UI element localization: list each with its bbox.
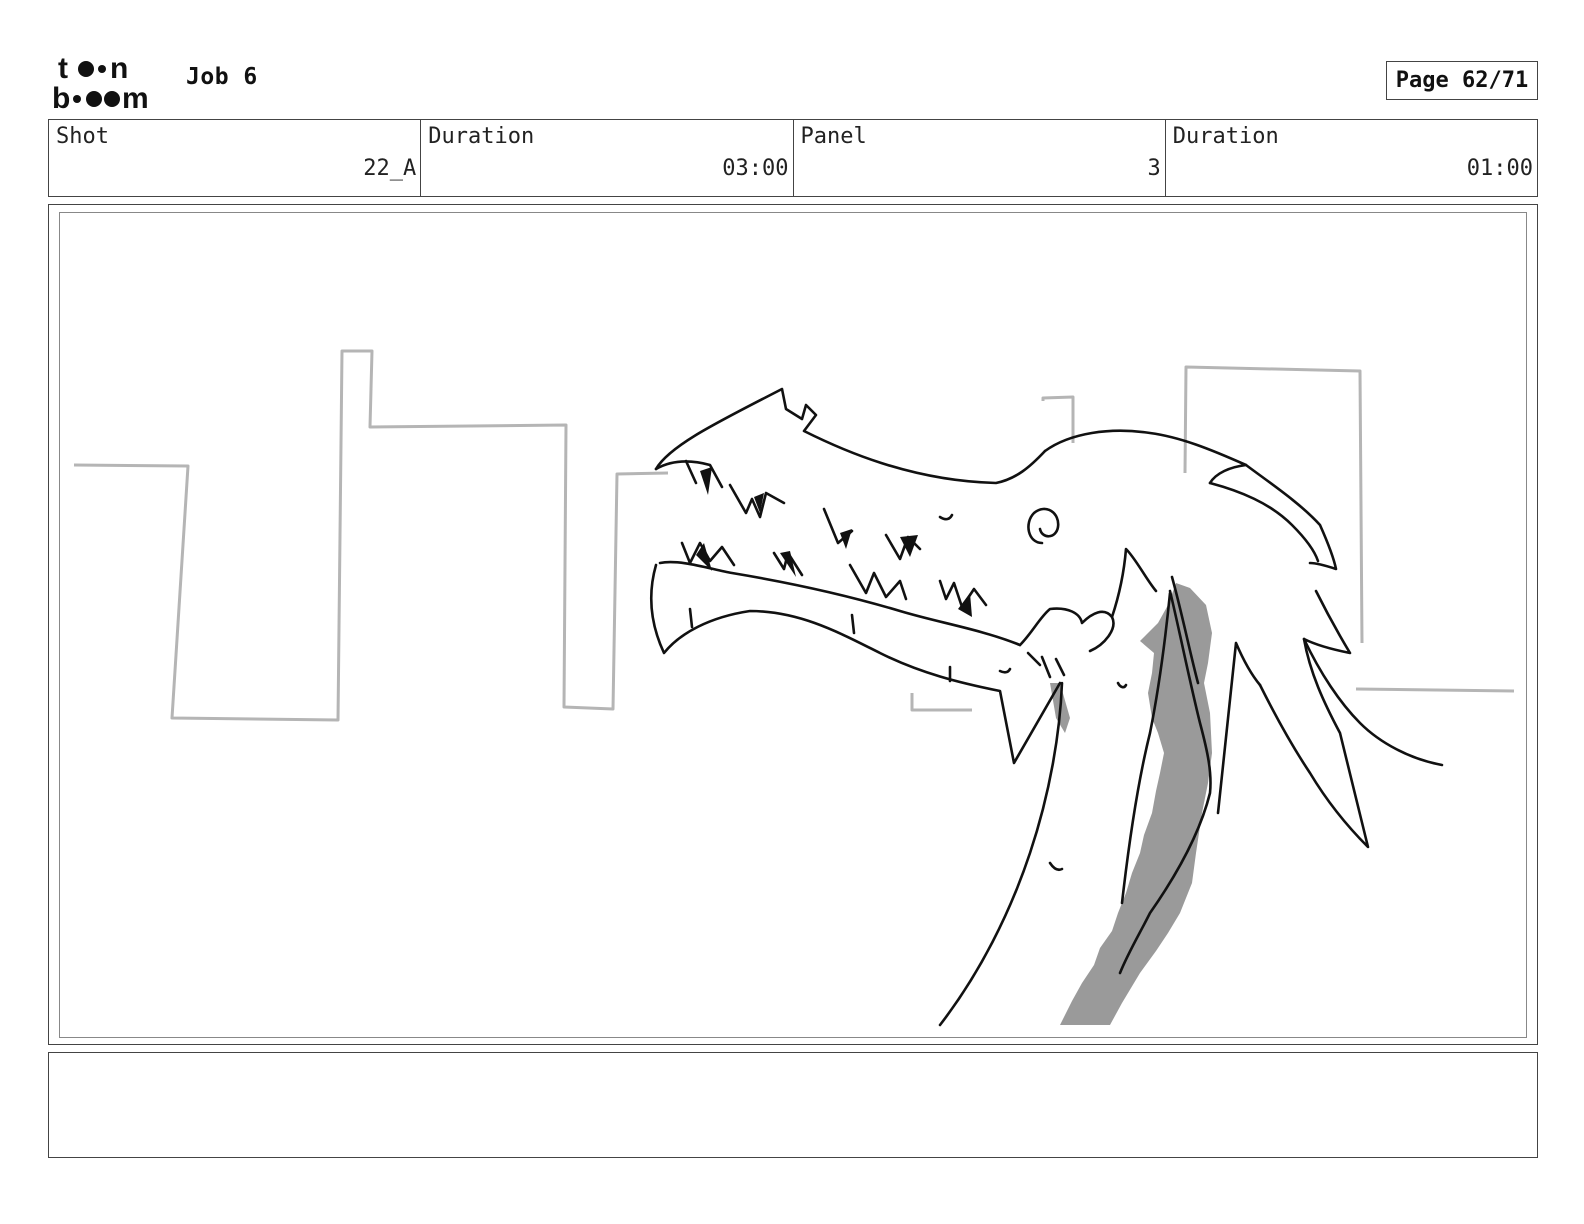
shot-duration-cell: Duration 03:00 <box>421 120 794 196</box>
panel-value: 3 <box>1147 156 1161 181</box>
svg-text:m: m <box>122 82 149 112</box>
panel-label: Panel <box>800 124 867 149</box>
panel-notes-box <box>48 1052 1538 1158</box>
panel-duration-cell: Duration 01:00 <box>1166 120 1537 196</box>
shot-label: Shot <box>56 124 109 149</box>
job-title: Job 6 <box>186 64 258 90</box>
panel-duration-label: Duration <box>1172 124 1279 149</box>
shot-duration-value: 03:00 <box>722 156 789 181</box>
svg-text:b: b <box>52 82 70 112</box>
panel-cell: Panel 3 <box>794 120 1166 196</box>
page-indicator: Page 62/71 <box>1386 61 1538 100</box>
neck-shadow <box>1050 583 1212 1025</box>
shot-info-row: Shot 22_A Duration 03:00 Panel 3 Duratio… <box>48 119 1538 197</box>
panel-duration-value: 01:00 <box>1466 156 1533 181</box>
svg-text:t: t <box>58 52 68 85</box>
background-skyline-sketch <box>73 349 1515 722</box>
svg-text:n: n <box>110 52 128 85</box>
storyboard-panel-image <box>59 212 1527 1038</box>
toonboom-logo-icon: t n b m <box>52 52 164 115</box>
dragon-head-drawing <box>650 387 1444 1027</box>
shot-duration-label: Duration <box>428 124 535 149</box>
shot-cell: Shot 22_A <box>49 120 422 196</box>
shot-value: 22_A <box>363 156 417 181</box>
